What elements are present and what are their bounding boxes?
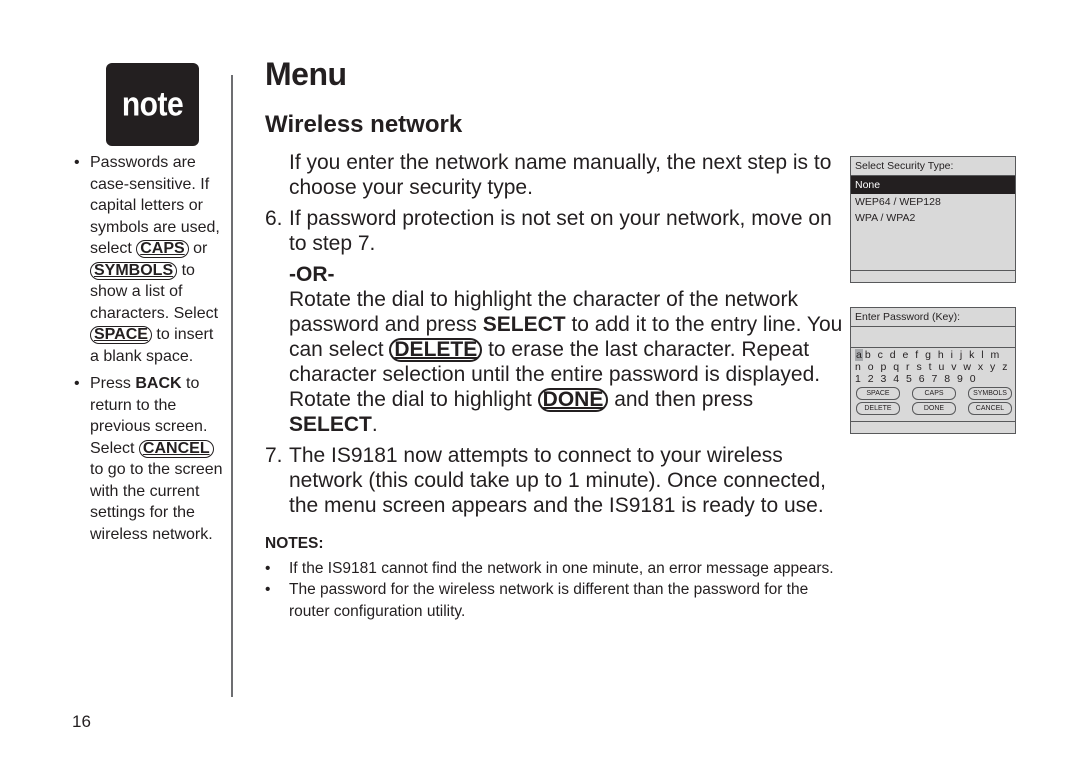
char-row[interactable]: n o p q r s t u v w x y z bbox=[855, 361, 1011, 373]
delete-button[interactable]: DELETE bbox=[856, 402, 900, 415]
intro-paragraph: If you enter the network name manually, … bbox=[289, 151, 832, 199]
select-key-label: SELECT bbox=[289, 413, 372, 436]
step-6: 6. If password protection is not set on … bbox=[265, 206, 845, 256]
caps-button[interactable]: CAPS bbox=[912, 387, 956, 400]
step-number: 6. bbox=[265, 207, 283, 230]
bold-label: BACK bbox=[135, 375, 182, 392]
done-key-label: DONE bbox=[537, 388, 609, 412]
key-label: CAPS bbox=[136, 240, 189, 258]
main-body: If you enter the network name manually, … bbox=[265, 150, 845, 518]
security-type-screen: Select Security Type: None WEP64 / WEP12… bbox=[850, 156, 1016, 283]
sidebar-notes: Passwords are case-sensitive. If capital… bbox=[74, 152, 224, 551]
key-label: CANCEL bbox=[138, 439, 214, 458]
key-label: SYMBOLS bbox=[90, 261, 178, 280]
text-run: Press bbox=[90, 375, 136, 392]
note-badge: note bbox=[106, 63, 199, 146]
password-input[interactable] bbox=[851, 327, 1015, 348]
text-run: to go to the screen with the current set… bbox=[90, 461, 223, 543]
button-row: SPACE CAPS SYMBOLS bbox=[851, 385, 1015, 400]
symbols-button[interactable]: SYMBOLS bbox=[968, 387, 1012, 400]
button-row: DELETE DONE CANCEL bbox=[851, 400, 1015, 415]
page-number: 16 bbox=[72, 712, 91, 731]
page-title: Menu bbox=[265, 56, 347, 92]
password-entry-screen: Enter Password (Key): ab c d e f g h i j… bbox=[850, 307, 1016, 434]
vertical-divider bbox=[231, 75, 233, 697]
security-option[interactable]: WEP64 / WEP128 bbox=[851, 194, 1015, 210]
delete-key-label: DELETE bbox=[389, 338, 483, 362]
screen-title: Enter Password (Key): bbox=[851, 308, 1015, 327]
rotate-paragraph: Rotate the dial to highlight the charact… bbox=[265, 287, 845, 437]
step-text: If password protection is not set on you… bbox=[289, 207, 832, 255]
sidebar-note-item: Passwords are case-sensitive. If capital… bbox=[74, 152, 224, 367]
notes-heading: NOTES: bbox=[265, 535, 324, 552]
sidebar-note-item: Press BACK to return to the previous scr… bbox=[74, 373, 224, 545]
notes-section: NOTES: If the IS9181 cannot find the net… bbox=[265, 533, 835, 622]
step-text: The IS9181 now attempts to connect to yo… bbox=[289, 444, 826, 517]
text-run: or bbox=[188, 240, 208, 257]
done-button[interactable]: DONE bbox=[912, 402, 956, 415]
key-label: SPACE bbox=[90, 326, 152, 344]
step-7: 7. The IS9181 now attempts to connect to… bbox=[265, 443, 845, 518]
select-key-label: SELECT bbox=[482, 313, 566, 336]
section-title: Wireless network bbox=[265, 111, 463, 138]
text-run: . bbox=[371, 413, 378, 436]
space-button[interactable]: SPACE bbox=[856, 387, 900, 400]
note-item: The password for the wireless network is… bbox=[265, 579, 835, 622]
screen-footer bbox=[851, 421, 1015, 433]
security-option-selected[interactable]: None bbox=[851, 176, 1015, 194]
screen-title: Select Security Type: bbox=[851, 157, 1015, 176]
or-separator: -OR- bbox=[289, 263, 335, 286]
char-row[interactable]: ab c d e f g h i j k l m bbox=[855, 349, 1011, 361]
highlighted-char[interactable]: a bbox=[855, 349, 863, 361]
cancel-button[interactable]: CANCEL bbox=[968, 402, 1012, 415]
char-row[interactable]: 1 2 3 4 5 6 7 8 9 0 bbox=[855, 373, 1011, 385]
text-run: and then press bbox=[608, 388, 754, 411]
note-badge-label: note bbox=[121, 84, 184, 123]
step-number: 7. bbox=[265, 444, 283, 467]
character-grid: ab c d e f g h i j k l m n o p q r s t u… bbox=[851, 348, 1015, 385]
char-row-text[interactable]: b c d e f g h i j k l m bbox=[865, 349, 1001, 361]
note-item: If the IS9181 cannot find the network in… bbox=[265, 558, 835, 580]
screen-footer bbox=[851, 270, 1015, 282]
security-option[interactable]: WPA / WPA2 bbox=[851, 210, 1015, 226]
